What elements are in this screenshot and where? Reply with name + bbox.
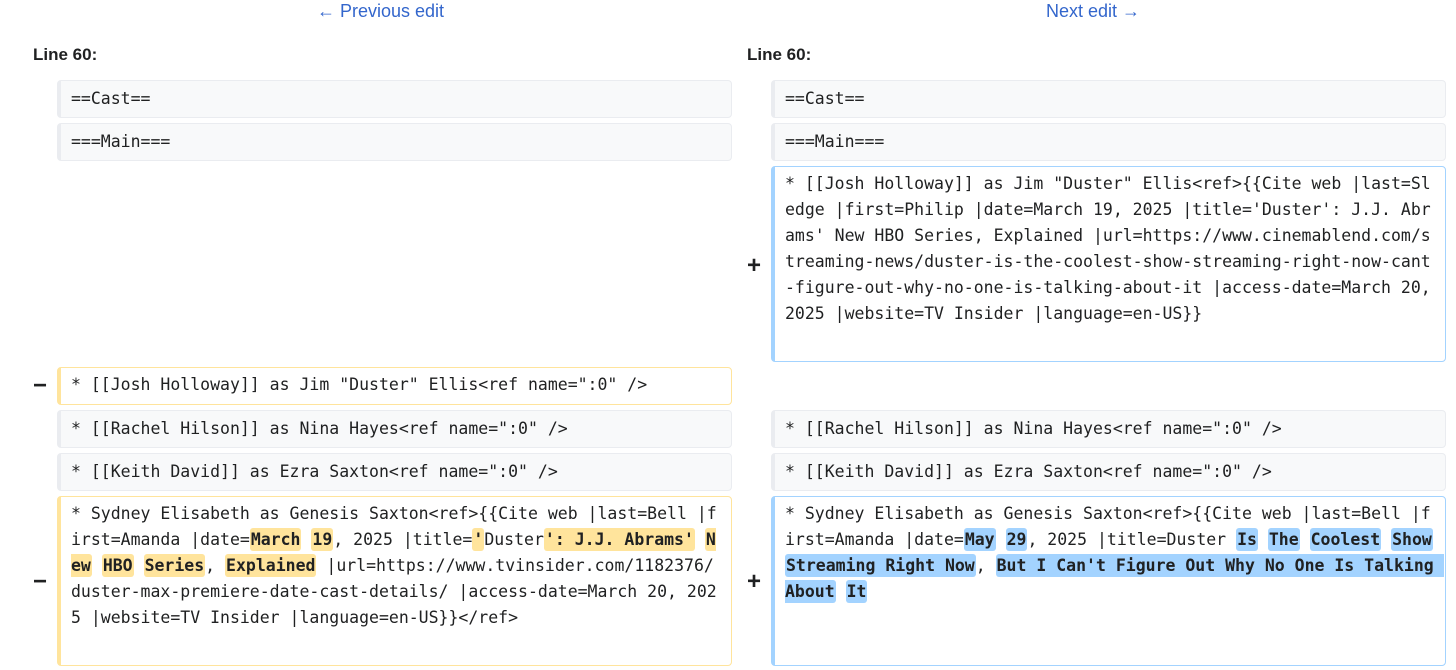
added-line-marker: + (746, 568, 761, 595)
added-word: May (963, 528, 996, 551)
removed-line-marker: − (32, 568, 47, 595)
right-context-main: ===Main=== (771, 123, 1446, 161)
removed-line-josh-holloway: * [[Josh Holloway]] as Jim "Duster" Elli… (57, 367, 732, 405)
next-edit-link[interactable]: Next edit → (1046, 0, 1140, 22)
removed-word: Series (143, 554, 206, 577)
removed-word: 19 (311, 528, 334, 551)
removed-word: March (249, 528, 302, 551)
added-word: It (845, 580, 868, 603)
right-context-cast: ==Cast== (771, 80, 1446, 118)
added-word: Streaming Right Now (785, 554, 976, 577)
added-word: Is (1236, 528, 1258, 551)
left-context-main: ===Main=== (57, 123, 732, 161)
removed-word: ' (472, 528, 485, 551)
added-line-marker: + (746, 252, 761, 279)
removed-word: ': J.J. Abrams' (543, 528, 695, 551)
left-context-keith-david: * [[Keith David]] as Ezra Saxton<ref nam… (57, 453, 732, 491)
right-line-number: Line 60: (747, 45, 812, 64)
added-line-josh-holloway: * [[Josh Holloway]] as Jim "Duster" Elli… (771, 166, 1446, 362)
left-context-cast: ==Cast== (57, 80, 732, 118)
previous-edit-link[interactable]: ← Previous edit (317, 0, 444, 22)
added-word: 29 (1005, 528, 1028, 551)
removed-word: Explained (225, 554, 317, 577)
right-context-keith-david: * [[Keith David]] as Ezra Saxton<ref nam… (771, 453, 1446, 491)
added-word: Coolest (1309, 528, 1382, 551)
removed-word: HBO (101, 554, 134, 577)
removed-line-marker: − (32, 372, 47, 399)
added-line-sydney-elisabeth: * Sydney Elisabeth as Genesis Saxton<ref… (771, 496, 1446, 666)
added-word: The (1267, 528, 1300, 551)
left-context-rachel-hilson: * [[Rachel Hilson]] as Nina Hayes<ref na… (57, 410, 732, 448)
added-word: Show (1391, 528, 1433, 551)
removed-line-sydney-elisabeth: * Sydney Elisabeth as Genesis Saxton<ref… (57, 496, 732, 666)
right-context-rachel-hilson: * [[Rachel Hilson]] as Nina Hayes<ref na… (771, 410, 1446, 448)
left-line-number: Line 60: (33, 45, 98, 64)
